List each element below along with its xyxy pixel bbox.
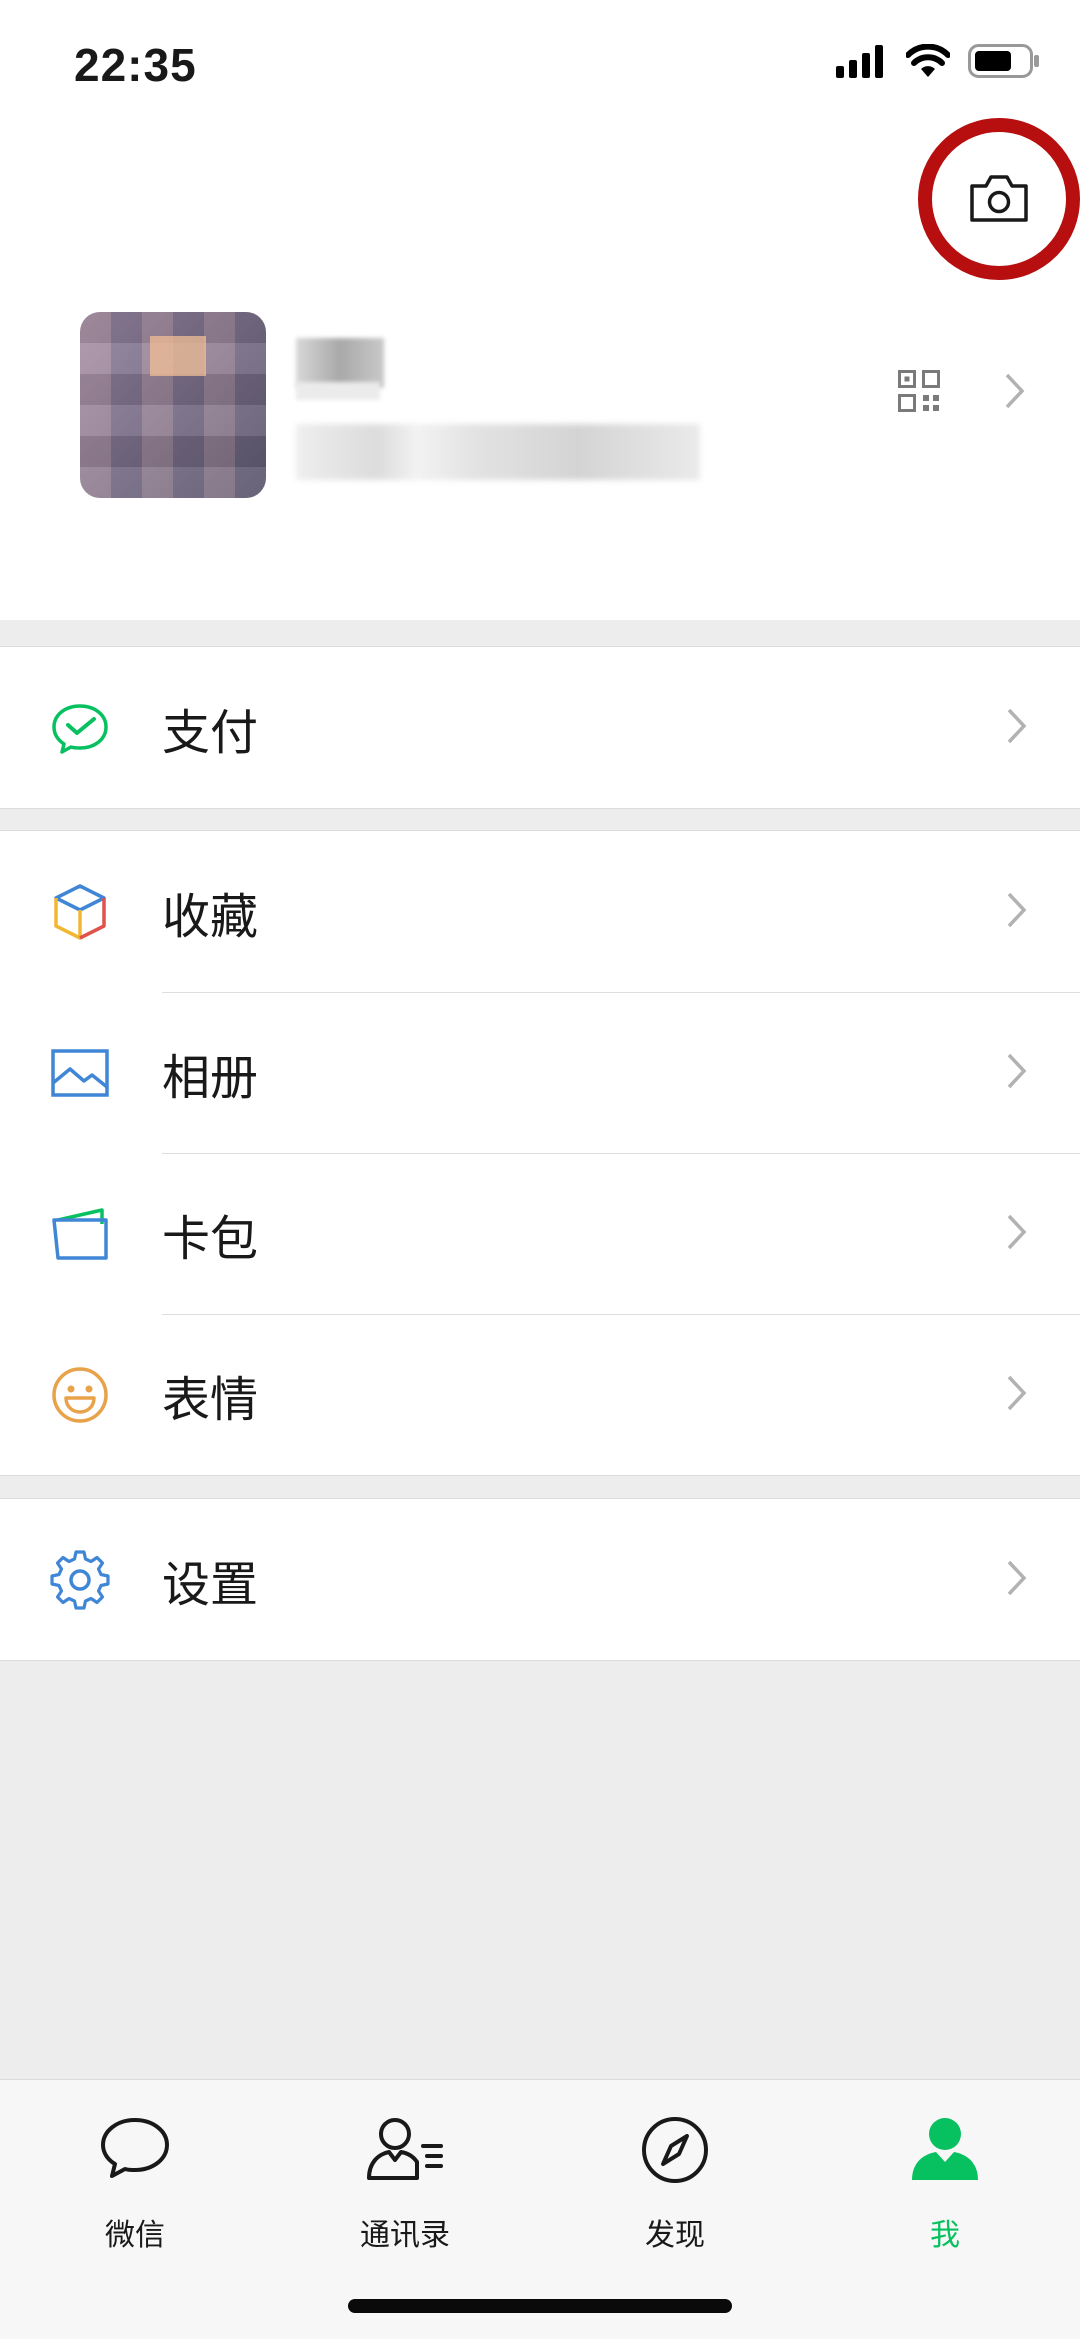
tab-label: 我 — [930, 2218, 960, 2253]
menu-item-pay[interactable]: 支付 — [0, 647, 1080, 808]
tab-contacts[interactable]: 通讯录 — [270, 2080, 540, 2270]
me-person-icon — [910, 2116, 980, 2186]
album-icon — [50, 1043, 110, 1103]
camera-button[interactable] — [918, 118, 1080, 280]
tab-chats[interactable]: 微信 — [0, 2080, 270, 2270]
chevron-right-icon — [1006, 707, 1028, 749]
menu-item-label: 表情 — [162, 1371, 259, 1428]
chevron-right-icon — [1004, 372, 1026, 414]
menu-item-album[interactable]: 相册 — [0, 992, 1080, 1153]
home-indicator[interactable] — [348, 2299, 732, 2313]
status-time: 22:35 — [74, 39, 197, 91]
chevron-right-icon — [1006, 891, 1028, 933]
chat-bubble-icon — [99, 2116, 171, 2186]
menu-item-label: 收藏 — [162, 888, 259, 945]
menu-item-stickers[interactable]: 表情 — [0, 1314, 1080, 1475]
discover-compass-icon — [641, 2116, 709, 2188]
blurred-nickname-shadow — [296, 382, 380, 400]
blurred-wechat-id — [296, 424, 700, 480]
tab-label: 微信 — [105, 2218, 165, 2253]
chevron-right-icon — [1006, 1374, 1028, 1416]
tab-label: 发现 — [645, 2218, 705, 2253]
blurred-nickname — [296, 338, 384, 388]
chevron-right-icon — [1006, 1052, 1028, 1094]
favorites-cube-icon — [50, 882, 110, 942]
payment-icon — [50, 698, 110, 758]
menu-item-label: 支付 — [162, 704, 259, 761]
status-bar: 22:35 — [0, 0, 1080, 130]
tab-label: 通讯录 — [360, 2218, 450, 2253]
card-wallet-icon — [50, 1204, 110, 1264]
chevron-right-icon — [1006, 1213, 1028, 1255]
menu-item-cards[interactable]: 卡包 — [0, 1153, 1080, 1314]
status-icons — [836, 43, 1040, 82]
menu-item-label: 相册 — [162, 1049, 259, 1106]
menu-group-pay: 支付 — [0, 646, 1080, 809]
sticker-smiley-icon — [50, 1365, 110, 1425]
tab-discover[interactable]: 发现 — [540, 2080, 810, 2270]
signal-icon — [836, 44, 888, 82]
avatar[interactable] — [80, 312, 266, 498]
menu-item-favorites[interactable]: 收藏 — [0, 831, 1080, 992]
chevron-right-icon — [1006, 1559, 1028, 1601]
menu-item-label: 卡包 — [162, 1210, 259, 1267]
tab-me[interactable]: 我 — [810, 2080, 1080, 2270]
wifi-icon — [905, 43, 951, 82]
contacts-icon — [365, 2116, 445, 2186]
menu-item-settings[interactable]: 设置 — [0, 1499, 1080, 1660]
menu-group-settings: 设置 — [0, 1498, 1080, 1661]
settings-gear-icon — [50, 1549, 110, 1610]
menu-item-label: 设置 — [162, 1556, 259, 1613]
menu-group-main: 收藏 相册 卡包 表情 — [0, 830, 1080, 1476]
qr-code-icon[interactable] — [898, 370, 940, 416]
battery-icon — [968, 44, 1040, 82]
